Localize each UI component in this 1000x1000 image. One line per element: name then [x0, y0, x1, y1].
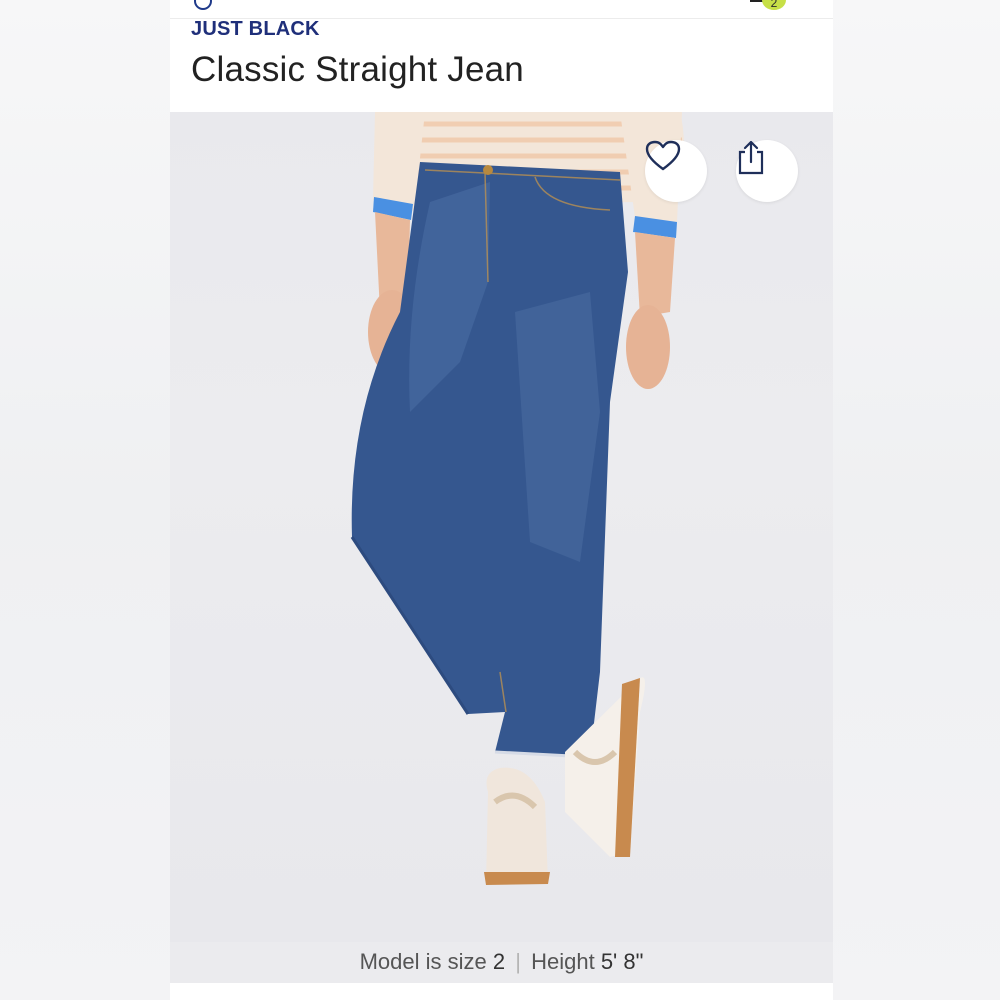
background-left — [0, 0, 170, 1000]
height-value: 5' 8" — [600, 949, 644, 974]
product-page: 2 JUST BLACK Classic Straight Jean Model… — [170, 0, 833, 1000]
product-photo[interactable] — [170, 112, 833, 942]
back-icon[interactable] — [194, 0, 212, 10]
size-label: Model is size — [359, 949, 487, 974]
model-jeans-illustration — [350, 112, 684, 885]
height-label: Height — [531, 949, 595, 974]
product-brand[interactable]: JUST BLACK — [191, 18, 320, 41]
product-title: Classic Straight Jean — [191, 50, 524, 89]
top-nav-bar: 2 — [170, 0, 833, 19]
model-size-caption: Model is size 2 | Height 5' 8" — [170, 942, 833, 983]
caption-separator: | — [515, 949, 521, 974]
cart-count-badge: 2 — [762, 0, 786, 10]
background-right — [833, 0, 1000, 1000]
favorite-button[interactable] — [645, 140, 707, 202]
share-icon — [738, 140, 764, 175]
size-value: 2 — [492, 949, 506, 974]
page-bottom — [170, 983, 833, 1000]
heart-icon — [645, 140, 681, 171]
share-button[interactable] — [736, 140, 798, 202]
